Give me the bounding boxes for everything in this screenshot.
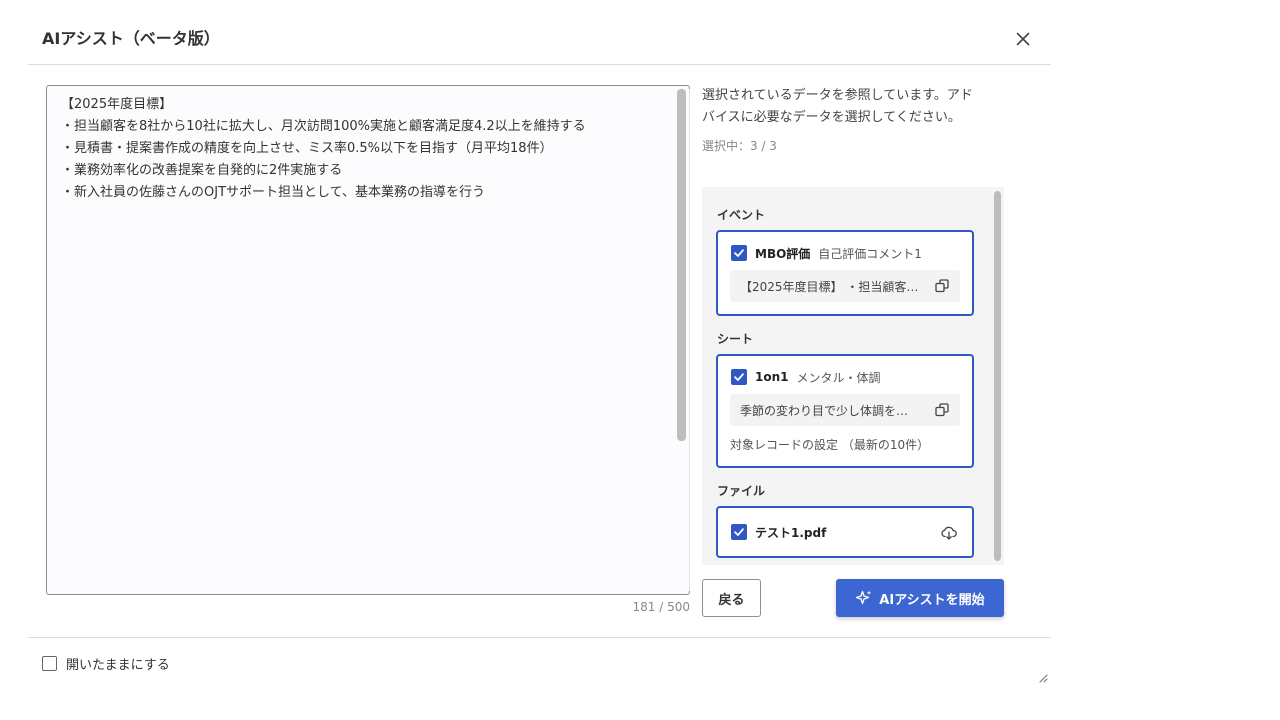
- file-checkbox[interactable]: [731, 524, 747, 540]
- data-list-scrollbar[interactable]: [994, 191, 1001, 561]
- dialog-title: AIアシスト（ベータ版）: [42, 29, 220, 48]
- section-label-file: ファイル: [717, 484, 766, 498]
- card-name: 1on1: [755, 370, 789, 384]
- selected-count: 選択中：3 / 3: [702, 139, 777, 153]
- start-ai-assist-button[interactable]: AIアシストを開始: [836, 579, 1004, 617]
- prompt-textarea[interactable]: 【2025年度目標】 ・担当顧客を8社から10社に拡大し、月次訪問100%実施と…: [46, 85, 690, 595]
- data-card-file[interactable]: テスト1.pdf: [716, 506, 974, 558]
- card-subtitle: 自己評価コメント1: [818, 246, 922, 261]
- textarea-scrollbar[interactable]: [677, 89, 690, 591]
- card-header: MBO評価 自己評価コメント1: [731, 244, 922, 262]
- copy-icon[interactable]: [934, 402, 950, 418]
- record-setting-link[interactable]: 対象レコードの設定 （最新の10件）: [730, 436, 929, 453]
- resize-grip-icon[interactable]: [1036, 671, 1048, 683]
- card-subtitle: メンタル・体調: [796, 370, 881, 385]
- start-button-label: AIアシストを開始: [879, 592, 985, 608]
- dialog-header: AIアシスト（ベータ版）: [28, 0, 1051, 65]
- cloud-download-icon[interactable]: [940, 524, 958, 542]
- preview-text: 季節の変わり目で少し体調を崩しがちです: [740, 404, 920, 418]
- data-card-event[interactable]: MBO評価 自己評価コメント1 【2025年度目標】 ・担当顧客を8社から10社…: [716, 230, 974, 316]
- textarea-scrollbar-rail: [689, 89, 690, 591]
- back-button[interactable]: 戻る: [702, 579, 761, 617]
- card-preview: 【2025年度目標】 ・担当顧客を8社から10社に拡大し: [730, 270, 960, 302]
- card-header: テスト1.pdf: [731, 523, 834, 541]
- preview-text: 【2025年度目標】 ・担当顧客を8社から10社に拡大し: [740, 280, 920, 294]
- textarea-scrollbar-thumb[interactable]: [677, 89, 686, 441]
- check-icon: [734, 249, 744, 257]
- keep-open-checkbox[interactable]: 開いたままにする: [42, 654, 170, 673]
- close-button[interactable]: [1012, 28, 1034, 50]
- card-preview: 季節の変わり目で少し体調を崩しがちです: [730, 394, 960, 426]
- character-counter: 181 / 500: [632, 600, 690, 614]
- checkbox-box[interactable]: [42, 656, 57, 671]
- section-label-event: イベント: [717, 208, 766, 222]
- data-card-sheet[interactable]: 1on1 メンタル・体調 季節の変わり目で少し体調を崩しがちです 対象レコードの…: [716, 354, 974, 468]
- sparkle-icon: [856, 590, 872, 605]
- section-label-sheet: シート: [717, 332, 754, 346]
- reference-description: 選択されているデータを参照しています。アドバイスに必要なデータを選択してください…: [702, 88, 973, 125]
- check-icon: [734, 373, 744, 381]
- data-source-list: イベント MBO評価 自己評価コメント1 【2025年度目標】 ・担当顧客を8社…: [702, 187, 1004, 565]
- event-checkbox[interactable]: [731, 245, 747, 261]
- file-name: テスト1.pdf: [755, 525, 827, 540]
- copy-icon[interactable]: [934, 278, 950, 294]
- check-icon: [734, 528, 744, 536]
- close-icon: [1016, 32, 1030, 46]
- prompt-text: 【2025年度目標】 ・担当顧客を8社から10社に拡大し、月次訪問100%実施と…: [61, 97, 586, 200]
- card-name: MBO評価: [755, 246, 811, 261]
- card-header: 1on1 メンタル・体調: [731, 368, 881, 386]
- sheet-checkbox[interactable]: [731, 369, 747, 385]
- data-reference-panel: 選択されているデータを参照しています。アドバイスに必要なデータを選択してください…: [702, 85, 1002, 154]
- dialog-footer: 開いたままにする: [28, 637, 1051, 720]
- keep-open-label: 開いたままにする: [66, 658, 170, 673]
